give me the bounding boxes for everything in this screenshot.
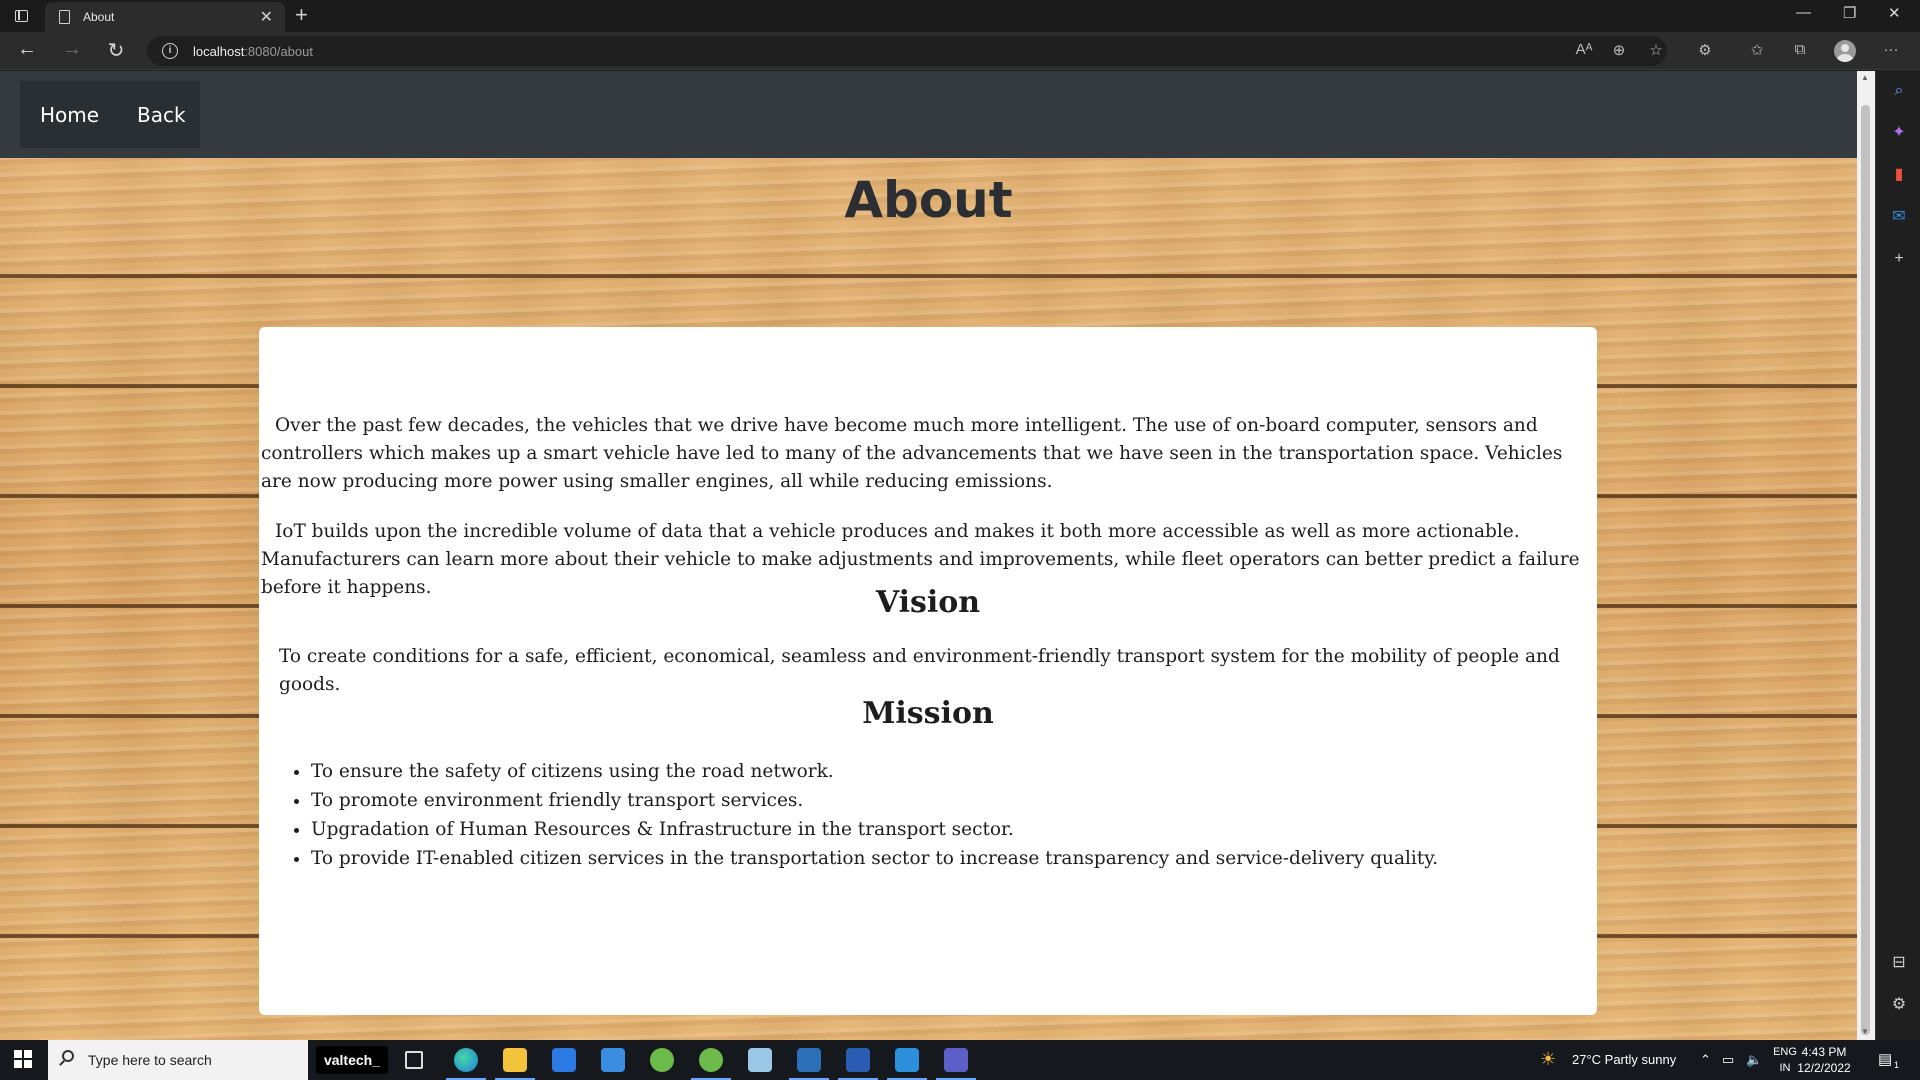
spring-tool-2-icon[interactable]: [691, 1048, 731, 1080]
add-sidebar-app-icon[interactable]: +: [1888, 248, 1910, 270]
hide-sidebar-icon[interactable]: ⊟: [1888, 952, 1910, 974]
profile-avatar[interactable]: [1834, 40, 1856, 62]
refresh-icon[interactable]: ↻: [102, 38, 130, 63]
notification-icon[interactable]: ▤: [1878, 1050, 1892, 1068]
windows-start-icon[interactable]: [14, 1050, 32, 1068]
search-icon: [62, 1050, 74, 1062]
nav-home-link[interactable]: Home: [40, 103, 99, 127]
about-card: Over the past few decades, the vehicles …: [259, 327, 1597, 1015]
nav-back-link[interactable]: Back: [137, 103, 186, 127]
read-aloud-icon[interactable]: Aᴬ: [1573, 41, 1595, 58]
window-close-icon[interactable]: ✕: [1888, 4, 1901, 22]
page-viewport: Home Back About Over the past few decade…: [0, 71, 1857, 1040]
vision-text: To create conditions for a safe, efficie…: [279, 646, 1560, 695]
scrollbar-thumb[interactable]: [1861, 105, 1870, 1035]
teams-icon[interactable]: [936, 1048, 976, 1080]
more-menu-icon[interactable]: ···: [1880, 41, 1902, 58]
page-icon: [59, 10, 70, 24]
edge-sidebar: ⌕ ✦ ▮ ✉ + ⊟ ⚙: [1875, 70, 1920, 1040]
tab-strip: About ✕ + — ❐ ✕: [0, 0, 1920, 32]
file-explorer-icon[interactable]: [495, 1048, 535, 1080]
discover-icon[interactable]: ✦: [1888, 122, 1910, 144]
mail-icon[interactable]: [552, 1048, 576, 1072]
notepad-icon[interactable]: [748, 1048, 772, 1072]
taskbar-search-input[interactable]: Type here to search: [48, 1040, 308, 1080]
url-bar[interactable]: i localhost:8080/about: [147, 36, 1667, 66]
edge-browser-icon[interactable]: [446, 1048, 486, 1080]
list-item: To promote environment friendly transpor…: [311, 786, 1438, 815]
weather-icon[interactable]: ☀: [1540, 1049, 1556, 1070]
network-icon[interactable]: ▭: [1722, 1052, 1734, 1068]
word-icon[interactable]: [838, 1048, 878, 1080]
extensions-icon[interactable]: ⚙: [1694, 41, 1716, 59]
add-favorite-icon[interactable]: ☆: [1645, 41, 1667, 59]
list-item: To ensure the safety of citizens using t…: [311, 757, 1438, 786]
notification-count: 1: [1894, 1060, 1900, 1070]
outlook-icon[interactable]: ✉: [1888, 206, 1910, 228]
photos-icon[interactable]: [789, 1048, 829, 1080]
search-icon[interactable]: ⌕: [1888, 80, 1910, 102]
windows-taskbar: Type here to search valtech_ ☀ 27°C Part…: [0, 1040, 1920, 1080]
vscode-icon[interactable]: [887, 1048, 927, 1080]
tray-chevron-icon[interactable]: ⌃: [1700, 1052, 1711, 1068]
list-item: To provide IT-enabled citizen services i…: [311, 844, 1438, 873]
scroll-down-icon[interactable]: ▼: [1861, 1027, 1869, 1036]
address-toolbar: ← → ↻ i localhost:8080/about Aᴬ ⊕ ☆ ⚙ ✩ …: [0, 32, 1920, 70]
nav-links-group: Home Back: [20, 81, 200, 148]
list-item: Upgradation of Human Resources & Infrast…: [311, 815, 1438, 844]
site-info-icon[interactable]: i: [162, 43, 178, 59]
page-title: About: [844, 171, 1013, 229]
spring-tool-icon[interactable]: [650, 1048, 674, 1072]
close-tab-icon[interactable]: ✕: [260, 7, 273, 27]
mission-list: To ensure the safety of citizens using t…: [311, 757, 1438, 873]
valtech-app[interactable]: valtech_: [316, 1046, 388, 1074]
system-clock[interactable]: 4:43 PM 12/2/2022: [1794, 1044, 1854, 1076]
page-scrollbar[interactable]: ▲ ▼: [1857, 71, 1875, 1040]
url-text: localhost:8080/about: [193, 44, 313, 59]
vision-heading: Vision: [875, 585, 981, 620]
new-tab-icon[interactable]: +: [295, 2, 308, 28]
site-navbar: Home Back: [0, 71, 1857, 158]
search-placeholder: Type here to search: [88, 1052, 212, 1068]
mission-heading: Mission: [862, 696, 994, 731]
office-icon[interactable]: ▮: [1888, 164, 1910, 186]
task-view-icon[interactable]: [405, 1051, 423, 1069]
store-icon[interactable]: [601, 1048, 625, 1072]
tab-actions-icon[interactable]: [12, 7, 32, 25]
minimize-icon[interactable]: —: [1796, 4, 1811, 21]
zoom-icon[interactable]: ⊕: [1608, 41, 1630, 59]
volume-icon[interactable]: 🔈: [1746, 1052, 1762, 1068]
sidebar-settings-icon[interactable]: ⚙: [1888, 994, 1910, 1016]
favorites-icon[interactable]: ✩: [1746, 41, 1768, 59]
weather-text[interactable]: 27°C Partly sunny: [1572, 1052, 1676, 1067]
scroll-up-icon[interactable]: ▲: [1861, 73, 1869, 82]
back-arrow-icon[interactable]: ←: [13, 38, 41, 61]
collections-icon[interactable]: ⧉: [1789, 41, 1811, 58]
browser-tab[interactable]: About ✕: [45, 2, 285, 32]
tab-title: About: [83, 10, 115, 24]
about-paragraph-1: Over the past few decades, the vehicles …: [261, 415, 1563, 492]
forward-arrow-icon[interactable]: →: [58, 38, 86, 61]
restore-icon[interactable]: ❐: [1843, 4, 1856, 22]
